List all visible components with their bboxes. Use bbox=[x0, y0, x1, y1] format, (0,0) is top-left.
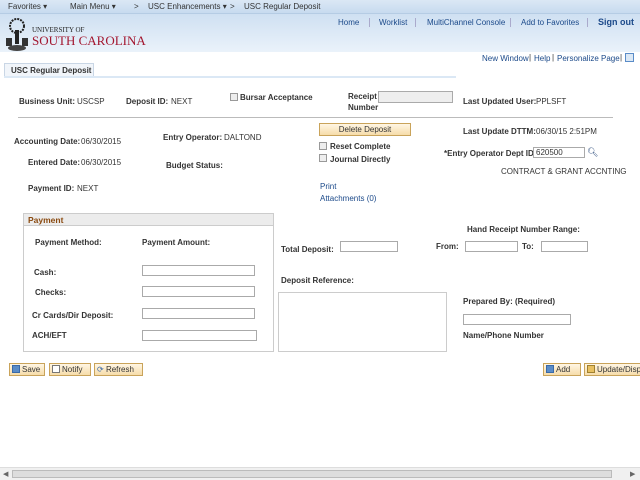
accounting-date-label: Accounting Date: bbox=[14, 137, 81, 146]
notify-button[interactable]: Notify bbox=[49, 363, 91, 376]
new-window-link[interactable]: New Window bbox=[482, 54, 529, 63]
scroll-left-icon[interactable]: ◀ bbox=[3, 470, 8, 478]
payment-id-value: NEXT bbox=[77, 184, 99, 193]
ach-eft-label: ACH/EFT bbox=[32, 331, 67, 340]
cash-label: Cash: bbox=[34, 268, 57, 277]
entry-dept-label: *Entry Operator Dept ID: bbox=[444, 149, 537, 158]
entry-operator-label: Entry Operator: bbox=[163, 133, 223, 142]
lookup-search-icon[interactable]: 🔍︎ bbox=[587, 147, 598, 158]
entered-date-value: 06/30/2015 bbox=[81, 158, 122, 167]
grid-icon[interactable] bbox=[625, 53, 634, 62]
deposit-reference-label: Deposit Reference: bbox=[281, 276, 354, 285]
journal-directly-label: Journal Directly bbox=[330, 155, 391, 164]
cr-cards-field[interactable] bbox=[142, 308, 255, 319]
payment-amount-header: Payment Amount: bbox=[142, 238, 211, 247]
payment-title: Payment bbox=[24, 214, 273, 226]
header: UNIVERSITY OF SOUTH CAROLINA Home Workli… bbox=[0, 14, 640, 52]
from-field[interactable] bbox=[465, 241, 518, 252]
prepared-by-label: Prepared By: (Required) bbox=[463, 297, 556, 306]
entry-operator-value: DALTOND bbox=[224, 133, 262, 142]
from-label: From: bbox=[436, 242, 459, 251]
dept-description: CONTRACT & GRANT ACCNTING bbox=[501, 167, 627, 176]
update-display-button[interactable]: Update/Display bbox=[584, 363, 640, 376]
deposit-id-value: NEXT bbox=[171, 97, 193, 106]
bursar-acceptance-checkbox[interactable] bbox=[230, 93, 238, 101]
add-icon bbox=[546, 365, 554, 373]
hand-receipt-range-label: Hand Receipt Number Range: bbox=[467, 225, 580, 234]
tab-usc-regular-deposit[interactable]: USC Regular Deposit bbox=[4, 63, 94, 77]
update-icon bbox=[587, 365, 595, 373]
refresh-icon: ⟳ bbox=[97, 365, 106, 374]
last-updated-user-label: Last Updated User: bbox=[463, 97, 537, 106]
refresh-button[interactable]: ⟳ Refresh bbox=[94, 363, 143, 376]
deposit-reference-textarea[interactable] bbox=[278, 292, 447, 352]
journal-directly-checkbox[interactable] bbox=[319, 154, 327, 162]
last-update-dttm-value: 06/30/15 2:51PM bbox=[536, 127, 597, 136]
payment-method-header: Payment Method: bbox=[35, 238, 102, 247]
scrollbar-thumb[interactable] bbox=[12, 470, 612, 478]
breadcrumb-separator: > bbox=[134, 2, 139, 11]
personalize-page-link[interactable]: Personalize Page bbox=[557, 54, 620, 63]
add-button[interactable]: Add bbox=[543, 363, 581, 376]
add-to-favorites-link[interactable]: Add to Favorites bbox=[521, 18, 579, 27]
to-label: To: bbox=[522, 242, 534, 251]
favorites-menu[interactable]: Favorites ▾ bbox=[8, 2, 47, 11]
reset-complete-label: Reset Complete bbox=[330, 142, 391, 151]
reset-complete-checkbox[interactable] bbox=[319, 142, 327, 150]
multichannel-console-link[interactable]: MultiChannel Console bbox=[427, 18, 505, 27]
palmetto-logo-icon bbox=[4, 18, 30, 52]
print-link[interactable]: Print bbox=[320, 182, 336, 191]
last-update-dttm-label: Last Update DTTM: bbox=[463, 127, 536, 136]
deposit-id-label: Deposit ID: bbox=[126, 97, 169, 106]
home-link[interactable]: Home bbox=[338, 18, 359, 27]
save-icon bbox=[12, 365, 20, 373]
usc-enhancements-menu[interactable]: USC Enhancements ▾ bbox=[148, 2, 227, 11]
horizontal-scrollbar[interactable]: ◀ ▶ bbox=[0, 467, 640, 480]
attachments-link[interactable]: Attachments (0) bbox=[320, 194, 376, 203]
budget-status-label: Budget Status: bbox=[166, 161, 223, 170]
breadcrumb-current: USC Regular Deposit bbox=[244, 2, 321, 11]
breadcrumb-separator: > bbox=[230, 2, 235, 11]
to-field[interactable] bbox=[541, 241, 588, 252]
notify-icon bbox=[52, 365, 60, 373]
entry-dept-field[interactable]: 620500 bbox=[533, 147, 585, 158]
sign-out-link[interactable]: Sign out bbox=[598, 17, 634, 27]
total-deposit-field[interactable] bbox=[340, 241, 398, 252]
payment-id-label: Payment ID: bbox=[28, 184, 75, 193]
main-menu[interactable]: Main Menu ▾ bbox=[70, 2, 116, 11]
checks-label: Checks: bbox=[35, 288, 67, 297]
delete-deposit-button[interactable]: Delete Deposit bbox=[319, 123, 411, 136]
total-deposit-label: Total Deposit: bbox=[281, 245, 334, 254]
business-unit-label: Business Unit: bbox=[19, 97, 76, 106]
receipt-number-label: Receipt bbox=[348, 92, 377, 101]
receipt-number-label-2: Number bbox=[348, 103, 379, 112]
business-unit-value: USCSP bbox=[77, 97, 105, 106]
save-button[interactable]: Save bbox=[9, 363, 45, 376]
ach-eft-field[interactable] bbox=[142, 330, 257, 341]
entered-date-label: Entered Date: bbox=[28, 158, 81, 167]
divider bbox=[18, 117, 613, 118]
logo-bottom-text: SOUTH CAROLINA bbox=[32, 33, 146, 48]
top-nav: Favorites ▾ Main Menu ▾ > USC Enhancemen… bbox=[0, 0, 640, 14]
cr-cards-label: Cr Cards/Dir Deposit: bbox=[32, 311, 114, 320]
name-phone-label: Name/Phone Number bbox=[463, 331, 544, 340]
checks-field[interactable] bbox=[142, 286, 255, 297]
bursar-acceptance-label: Bursar Acceptance bbox=[240, 93, 313, 102]
accounting-date-value: 06/30/2015 bbox=[81, 137, 122, 146]
scroll-right-icon[interactable]: ▶ bbox=[630, 470, 635, 478]
help-link[interactable]: Help bbox=[534, 54, 550, 63]
receipt-number-field[interactable] bbox=[378, 91, 453, 103]
worklist-link[interactable]: Worklist bbox=[379, 18, 407, 27]
cash-field[interactable] bbox=[142, 265, 255, 276]
prepared-by-field[interactable] bbox=[463, 314, 571, 325]
last-updated-user-value: PPLSFT bbox=[536, 97, 567, 106]
